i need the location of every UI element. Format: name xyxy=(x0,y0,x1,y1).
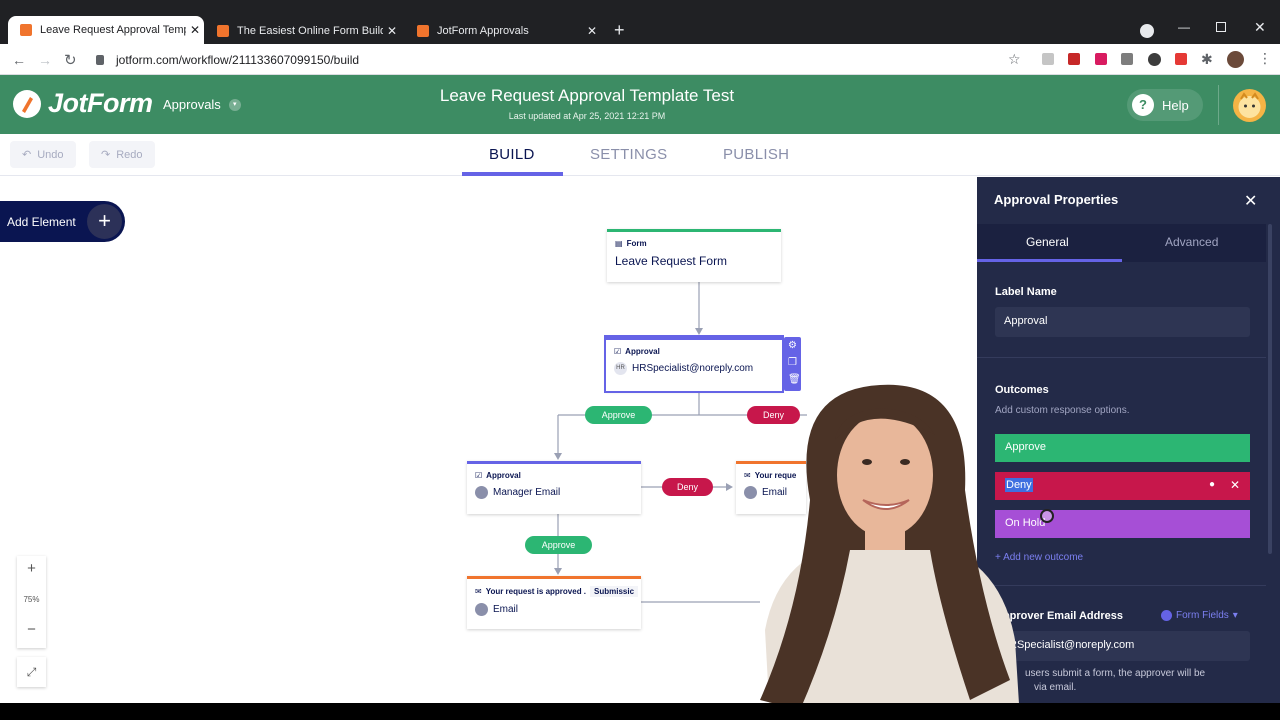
zoom-out-button[interactable]: − xyxy=(17,618,46,644)
help-button[interactable]: ? Help xyxy=(1127,89,1203,121)
presenter-video-overlay xyxy=(760,384,1020,720)
approve-outcome-pill[interactable]: Approve xyxy=(585,406,652,424)
zoom-level: 75% xyxy=(23,595,40,604)
extension-icon[interactable] xyxy=(1121,53,1133,65)
approver-note-line2: via email. xyxy=(1034,682,1077,693)
tab-advanced[interactable]: Advanced xyxy=(1165,235,1218,249)
question-icon: ? xyxy=(1132,94,1154,116)
gear-icon[interactable]: ⚙ xyxy=(788,340,797,351)
hr-avatar: HR xyxy=(614,362,627,375)
fit-screen-button[interactable]: ⤢ xyxy=(17,657,46,687)
approval-icon: ☑ xyxy=(475,471,483,480)
pdf-extension-icon[interactable] xyxy=(1068,53,1080,65)
zoom-controls: + 75% − xyxy=(17,556,46,648)
link-icon xyxy=(475,486,488,499)
approver-note-line1: users submit a form, the approver will b… xyxy=(1025,668,1206,679)
email-node[interactable]: ✉ Your request is approved . Submissic Ema… xyxy=(467,576,641,629)
divider xyxy=(1218,85,1219,125)
pocket-extension-icon[interactable] xyxy=(1095,53,1107,65)
cat-avatar-icon xyxy=(1238,92,1261,118)
user-avatar[interactable] xyxy=(1233,89,1266,122)
duplicate-icon[interactable]: ❐ xyxy=(788,357,797,368)
form-fields-button[interactable]: Form Fields ▾ xyxy=(1161,610,1238,621)
extension-icon[interactable] xyxy=(1175,53,1187,65)
puzzle-icon[interactable]: ✱ xyxy=(1201,51,1213,68)
expand-icon: ⤢ xyxy=(26,665,37,679)
profile-avatar[interactable] xyxy=(1227,51,1244,68)
panel-scrollbar[interactable] xyxy=(1268,224,1272,554)
zoom-in-button[interactable]: + xyxy=(17,556,46,582)
video-bottom-bar xyxy=(0,703,1280,720)
approval-node[interactable]: ☑ Approval Manager Email xyxy=(467,461,641,514)
menu-kebab-icon[interactable]: ⋮ xyxy=(1258,50,1272,67)
extension-icon[interactable] xyxy=(1042,53,1054,65)
document-icon: ▤ xyxy=(615,239,623,248)
link-icon xyxy=(475,603,488,616)
panel-title: Approval Properties xyxy=(994,192,1119,207)
divider xyxy=(977,357,1266,358)
not-allowed-cursor-icon xyxy=(1040,509,1054,523)
close-icon[interactable]: ✕ xyxy=(1244,191,1257,211)
bookmark-star-icon[interactable]: ☆ xyxy=(1008,51,1021,68)
active-panel-tab-indicator xyxy=(977,259,1122,262)
label-name-heading: Label Name xyxy=(995,286,1057,298)
chevron-down-icon: ▾ xyxy=(1232,610,1238,621)
deny-outcome-pill[interactable]: Deny xyxy=(662,478,713,496)
tab-general[interactable]: General xyxy=(1026,235,1069,249)
tab-search-icon[interactable] xyxy=(1140,24,1154,38)
approval-icon: ☑ xyxy=(614,347,622,356)
link-icon xyxy=(1161,610,1172,621)
extension-icon[interactable] xyxy=(1148,53,1161,66)
envelope-icon: ✉ xyxy=(475,587,482,596)
approve-outcome-pill[interactable]: Approve xyxy=(525,536,592,554)
window-close-icon[interactable]: ✕ xyxy=(1254,19,1266,36)
form-node[interactable]: ▤ Form Leave Request Form xyxy=(607,229,781,282)
panel-tabs xyxy=(977,224,1266,262)
label-name-input[interactable]: Approval xyxy=(995,307,1250,337)
remove-outcome-icon[interactable]: ✕ xyxy=(1230,478,1240,492)
color-drop-icon[interactable]: ● xyxy=(1209,479,1215,490)
maximize-icon[interactable] xyxy=(1216,22,1226,32)
minimize-icon[interactable]: — xyxy=(1178,20,1190,34)
